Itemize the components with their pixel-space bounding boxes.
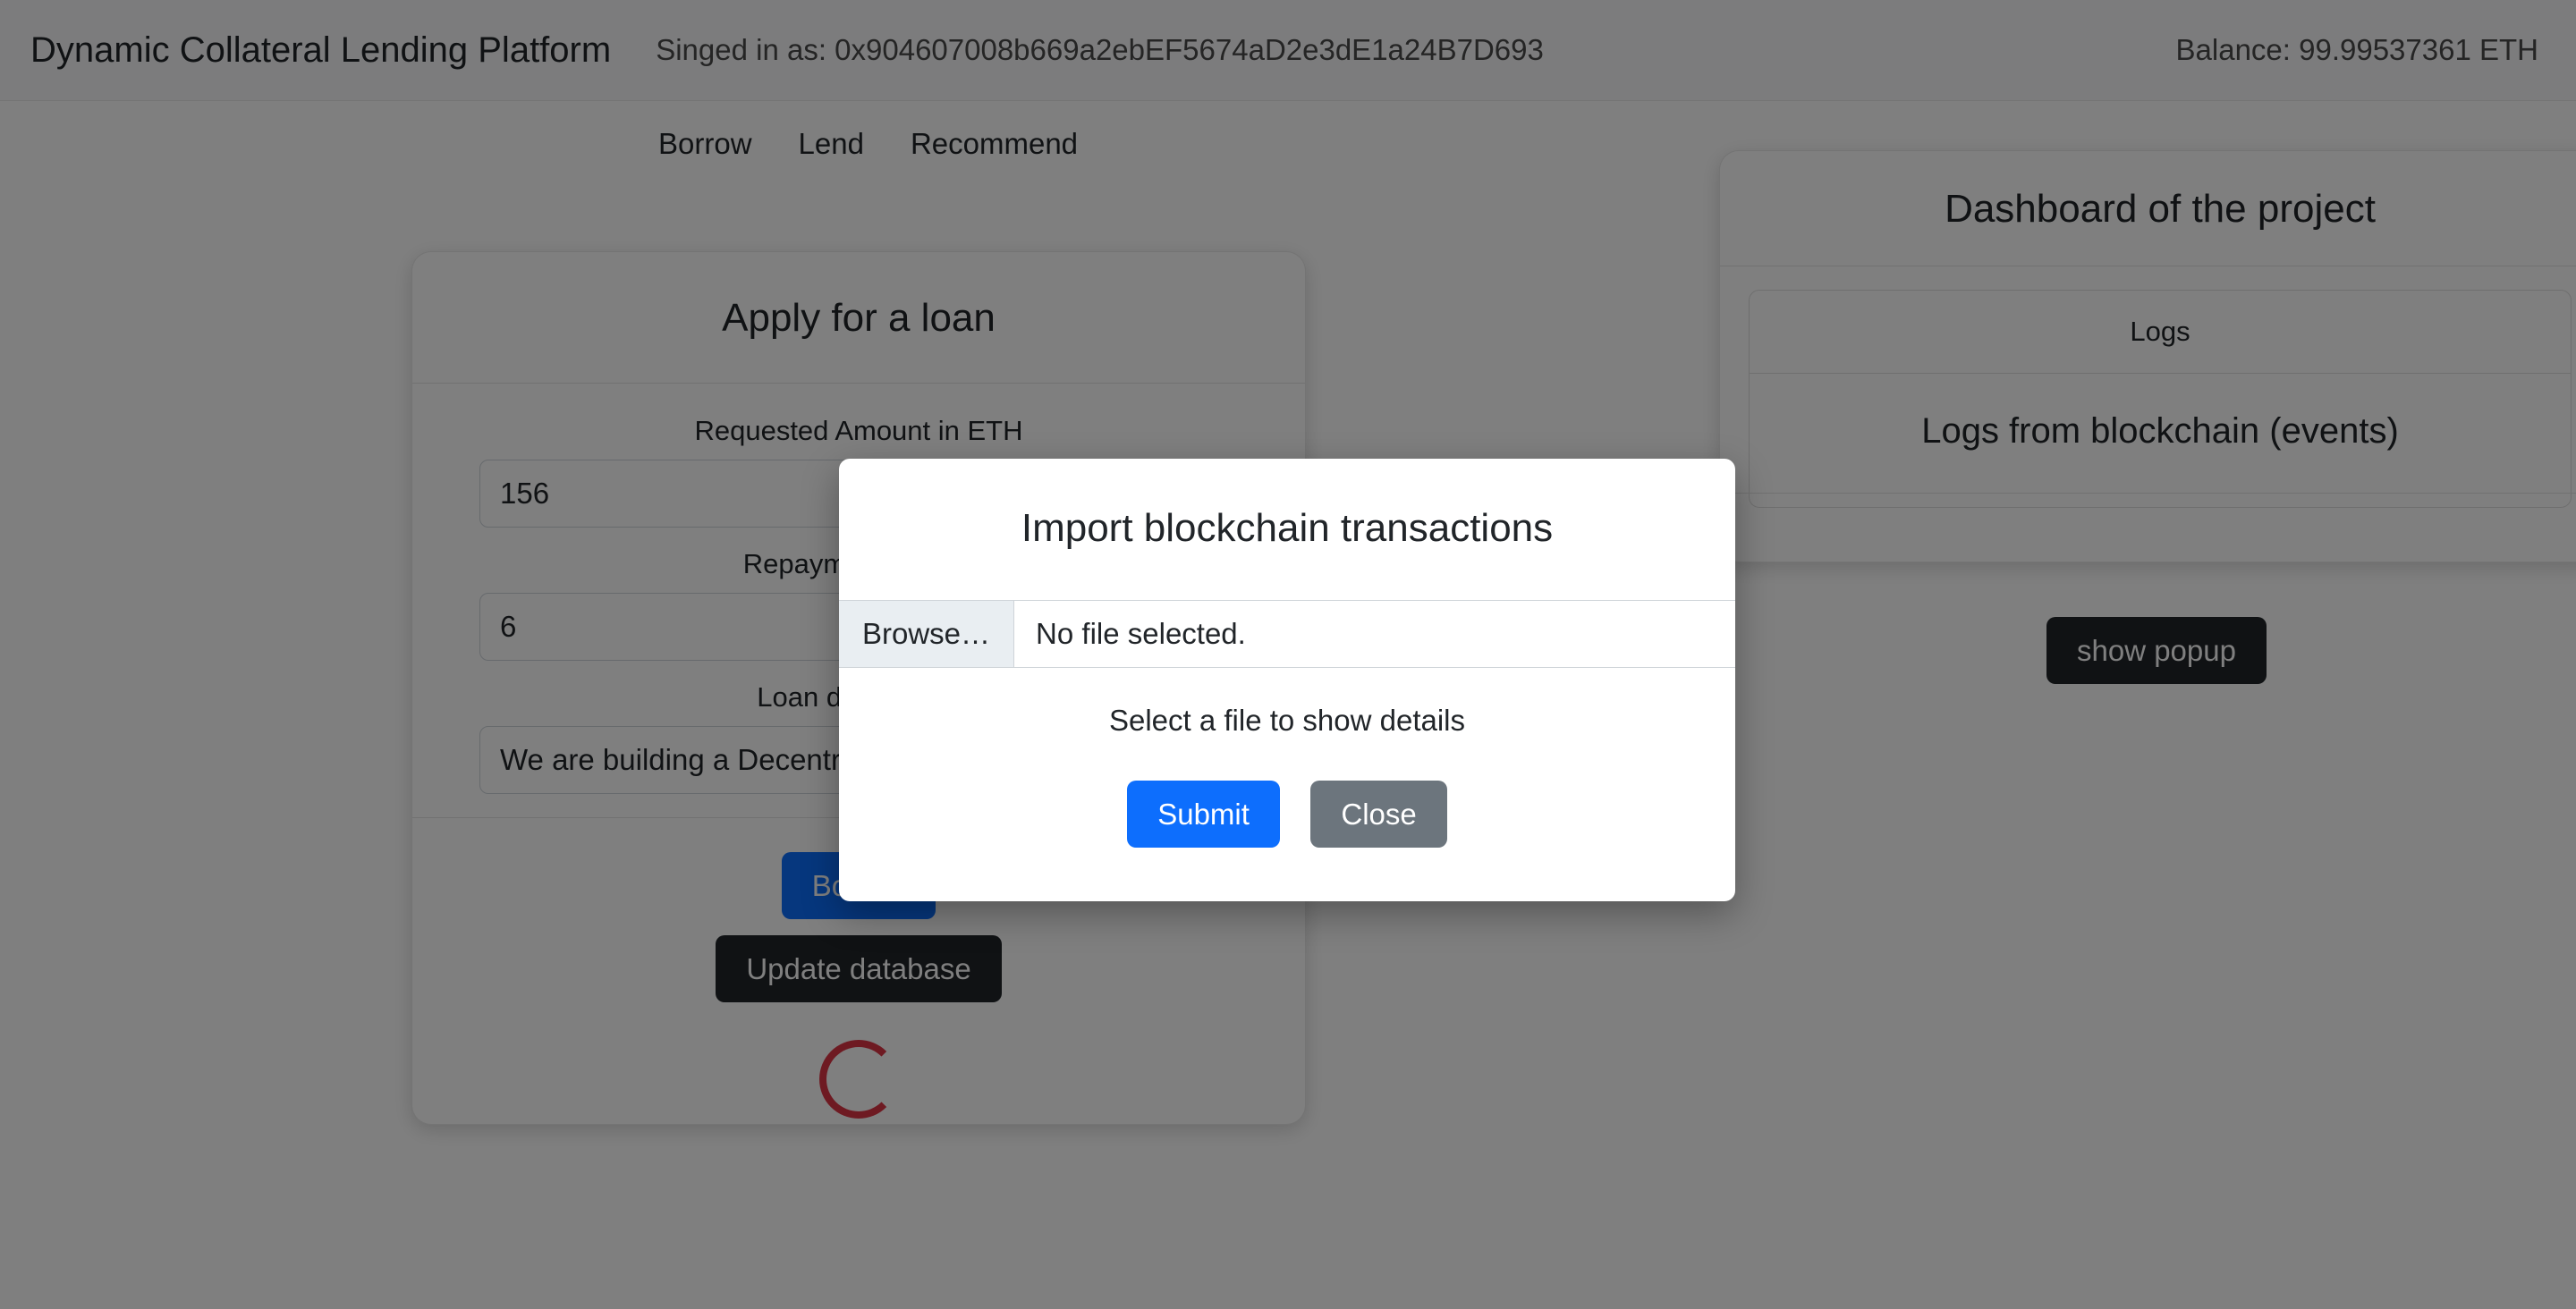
close-button[interactable]: Close: [1310, 781, 1447, 848]
import-transactions-modal: Import blockchain transactions Browse… N…: [839, 459, 1735, 901]
modal-title: Import blockchain transactions: [1021, 506, 1554, 550]
browse-button[interactable]: Browse…: [839, 601, 1015, 667]
submit-button[interactable]: Submit: [1127, 781, 1280, 848]
file-input-row[interactable]: Browse… No file selected.: [839, 600, 1735, 668]
modal-hint-text: Select a file to show details: [1108, 704, 1466, 737]
modal-action-row: Submit Close: [839, 738, 1735, 901]
selected-file-name: No file selected.: [1036, 617, 1246, 650]
